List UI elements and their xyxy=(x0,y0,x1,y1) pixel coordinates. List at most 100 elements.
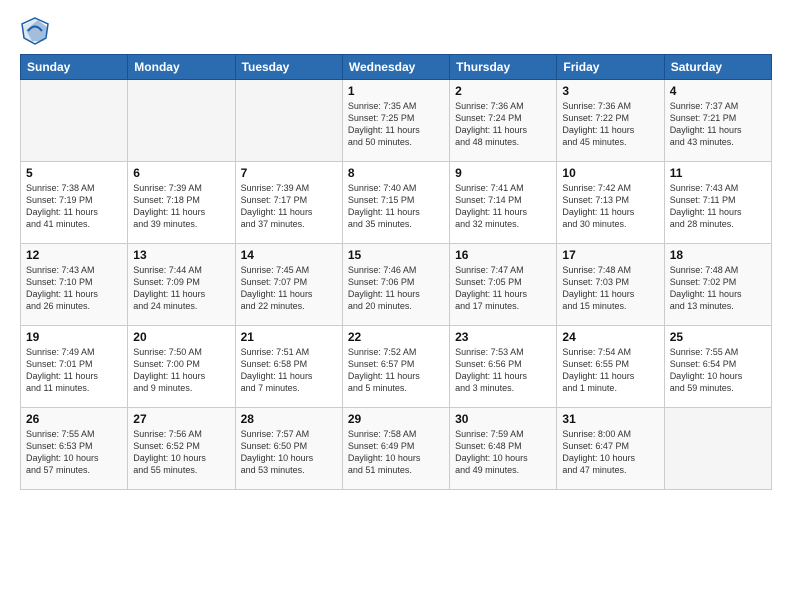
day-info: Sunrise: 7:53 AM Sunset: 6:56 PM Dayligh… xyxy=(455,346,551,395)
day-number: 21 xyxy=(241,330,337,344)
day-number: 10 xyxy=(562,166,658,180)
day-number: 5 xyxy=(26,166,122,180)
calendar-cell: 4 Sunrise: 7:37 AM Sunset: 7:21 PM Daylig… xyxy=(664,80,771,162)
calendar-cell: 24Sunrise: 7:54 AM Sunset: 6:55 PM Dayli… xyxy=(557,326,664,408)
calendar-cell: 31 Sunrise: 8:00 AM Sunset: 6:47 PM Dayli… xyxy=(557,408,664,490)
day-number: 15 xyxy=(348,248,444,262)
calendar-cell xyxy=(664,408,771,490)
day-number: 17 xyxy=(562,248,658,262)
day-info: Sunrise: 7:49 AM Sunset: 7:01 PM Dayligh… xyxy=(26,346,122,395)
day-info: Sunrise: 7:58 AM Sunset: 6:49 PM Dayligh… xyxy=(348,428,444,477)
calendar-cell: 6 Sunrise: 7:39 AM Sunset: 7:18 PM Daylig… xyxy=(128,162,235,244)
day-info: Sunrise: 7:39 AM Sunset: 7:18 PM Dayligh… xyxy=(133,182,229,231)
day-info: Sunrise: 7:36 AM Sunset: 7:22 PM Dayligh… xyxy=(562,100,658,149)
calendar-cell: 10Sunrise: 7:42 AM Sunset: 7:13 PM Dayli… xyxy=(557,162,664,244)
day-number: 20 xyxy=(133,330,229,344)
day-number: 29 xyxy=(348,412,444,426)
calendar-cell: 9 Sunrise: 7:41 AM Sunset: 7:14 PM Daylig… xyxy=(450,162,557,244)
day-number: 3 xyxy=(562,84,658,98)
page: SundayMondayTuesdayWednesdayThursdayFrid… xyxy=(0,0,792,612)
day-number: 28 xyxy=(241,412,337,426)
day-info: Sunrise: 7:46 AM Sunset: 7:06 PM Dayligh… xyxy=(348,264,444,313)
calendar-header-tuesday: Tuesday xyxy=(235,55,342,80)
day-info: Sunrise: 7:37 AM Sunset: 7:21 PM Dayligh… xyxy=(670,100,766,149)
day-info: Sunrise: 7:45 AM Sunset: 7:07 PM Dayligh… xyxy=(241,264,337,313)
day-number: 25 xyxy=(670,330,766,344)
day-info: Sunrise: 7:47 AM Sunset: 7:05 PM Dayligh… xyxy=(455,264,551,313)
day-info: Sunrise: 7:35 AM Sunset: 7:25 PM Dayligh… xyxy=(348,100,444,149)
day-info: Sunrise: 7:38 AM Sunset: 7:19 PM Dayligh… xyxy=(26,182,122,231)
calendar-cell: 20 Sunrise: 7:50 AM Sunset: 7:00 PM Dayli… xyxy=(128,326,235,408)
day-number: 26 xyxy=(26,412,122,426)
calendar-cell xyxy=(21,80,128,162)
calendar-cell: 25 Sunrise: 7:55 AM Sunset: 6:54 PM Dayli… xyxy=(664,326,771,408)
calendar-header-thursday: Thursday xyxy=(450,55,557,80)
calendar-cell: 29 Sunrise: 7:58 AM Sunset: 6:49 PM Dayli… xyxy=(342,408,449,490)
calendar-header-friday: Friday xyxy=(557,55,664,80)
calendar-cell: 27Sunrise: 7:56 AM Sunset: 6:52 PM Dayli… xyxy=(128,408,235,490)
logo-icon xyxy=(20,16,50,46)
calendar-header-saturday: Saturday xyxy=(664,55,771,80)
day-info: Sunrise: 7:43 AM Sunset: 7:11 PM Dayligh… xyxy=(670,182,766,231)
day-info: Sunrise: 7:52 AM Sunset: 6:57 PM Dayligh… xyxy=(348,346,444,395)
calendar-header-wednesday: Wednesday xyxy=(342,55,449,80)
day-info: Sunrise: 7:57 AM Sunset: 6:50 PM Dayligh… xyxy=(241,428,337,477)
day-number: 12 xyxy=(26,248,122,262)
day-info: Sunrise: 7:51 AM Sunset: 6:58 PM Dayligh… xyxy=(241,346,337,395)
header xyxy=(20,16,772,46)
calendar-cell: 22 Sunrise: 7:52 AM Sunset: 6:57 PM Dayli… xyxy=(342,326,449,408)
day-info: Sunrise: 7:36 AM Sunset: 7:24 PM Dayligh… xyxy=(455,100,551,149)
day-info: Sunrise: 7:41 AM Sunset: 7:14 PM Dayligh… xyxy=(455,182,551,231)
calendar-cell: 30Sunrise: 7:59 AM Sunset: 6:48 PM Dayli… xyxy=(450,408,557,490)
calendar-cell xyxy=(128,80,235,162)
day-number: 7 xyxy=(241,166,337,180)
calendar-cell: 18Sunrise: 7:48 AM Sunset: 7:02 PM Dayli… xyxy=(664,244,771,326)
day-info: Sunrise: 7:55 AM Sunset: 6:54 PM Dayligh… xyxy=(670,346,766,395)
day-number: 9 xyxy=(455,166,551,180)
calendar-cell: 26 Sunrise: 7:55 AM Sunset: 6:53 PM Dayli… xyxy=(21,408,128,490)
calendar-cell: 21 Sunrise: 7:51 AM Sunset: 6:58 PM Dayli… xyxy=(235,326,342,408)
day-info: Sunrise: 7:50 AM Sunset: 7:00 PM Dayligh… xyxy=(133,346,229,395)
day-number: 22 xyxy=(348,330,444,344)
calendar-cell: 15 Sunrise: 7:46 AM Sunset: 7:06 PM Dayli… xyxy=(342,244,449,326)
day-info: Sunrise: 7:39 AM Sunset: 7:17 PM Dayligh… xyxy=(241,182,337,231)
calendar-week-3: 12Sunrise: 7:43 AM Sunset: 7:10 PM Dayli… xyxy=(21,244,772,326)
calendar-week-2: 5 Sunrise: 7:38 AM Sunset: 7:19 PM Daylig… xyxy=(21,162,772,244)
day-number: 19 xyxy=(26,330,122,344)
calendar-cell: 8 Sunrise: 7:40 AM Sunset: 7:15 PM Daylig… xyxy=(342,162,449,244)
calendar: SundayMondayTuesdayWednesdayThursdayFrid… xyxy=(20,54,772,490)
day-number: 4 xyxy=(670,84,766,98)
day-number: 16 xyxy=(455,248,551,262)
day-info: Sunrise: 7:48 AM Sunset: 7:03 PM Dayligh… xyxy=(562,264,658,313)
day-number: 31 xyxy=(562,412,658,426)
day-info: Sunrise: 7:40 AM Sunset: 7:15 PM Dayligh… xyxy=(348,182,444,231)
calendar-week-4: 19 Sunrise: 7:49 AM Sunset: 7:01 PM Dayli… xyxy=(21,326,772,408)
day-number: 2 xyxy=(455,84,551,98)
calendar-cell: 5 Sunrise: 7:38 AM Sunset: 7:19 PM Daylig… xyxy=(21,162,128,244)
logo xyxy=(20,16,54,46)
calendar-cell: 2 Sunrise: 7:36 AM Sunset: 7:24 PM Daylig… xyxy=(450,80,557,162)
calendar-cell: 12Sunrise: 7:43 AM Sunset: 7:10 PM Dayli… xyxy=(21,244,128,326)
day-number: 8 xyxy=(348,166,444,180)
calendar-header-sunday: Sunday xyxy=(21,55,128,80)
day-number: 6 xyxy=(133,166,229,180)
day-info: Sunrise: 7:44 AM Sunset: 7:09 PM Dayligh… xyxy=(133,264,229,313)
day-info: Sunrise: 8:00 AM Sunset: 6:47 PM Dayligh… xyxy=(562,428,658,477)
calendar-week-5: 26 Sunrise: 7:55 AM Sunset: 6:53 PM Dayli… xyxy=(21,408,772,490)
day-number: 18 xyxy=(670,248,766,262)
calendar-cell: 1Sunrise: 7:35 AM Sunset: 7:25 PM Daylig… xyxy=(342,80,449,162)
calendar-cell: 7 Sunrise: 7:39 AM Sunset: 7:17 PM Daylig… xyxy=(235,162,342,244)
day-info: Sunrise: 7:54 AM Sunset: 6:55 PM Dayligh… xyxy=(562,346,658,395)
day-info: Sunrise: 7:55 AM Sunset: 6:53 PM Dayligh… xyxy=(26,428,122,477)
day-number: 23 xyxy=(455,330,551,344)
calendar-cell: 16 Sunrise: 7:47 AM Sunset: 7:05 PM Dayli… xyxy=(450,244,557,326)
calendar-cell: 17 Sunrise: 7:48 AM Sunset: 7:03 PM Dayli… xyxy=(557,244,664,326)
day-number: 13 xyxy=(133,248,229,262)
day-number: 30 xyxy=(455,412,551,426)
calendar-week-1: 1Sunrise: 7:35 AM Sunset: 7:25 PM Daylig… xyxy=(21,80,772,162)
calendar-cell: 3 Sunrise: 7:36 AM Sunset: 7:22 PM Daylig… xyxy=(557,80,664,162)
calendar-cell: 14Sunrise: 7:45 AM Sunset: 7:07 PM Dayli… xyxy=(235,244,342,326)
day-number: 11 xyxy=(670,166,766,180)
calendar-cell: 19 Sunrise: 7:49 AM Sunset: 7:01 PM Dayli… xyxy=(21,326,128,408)
calendar-header-monday: Monday xyxy=(128,55,235,80)
